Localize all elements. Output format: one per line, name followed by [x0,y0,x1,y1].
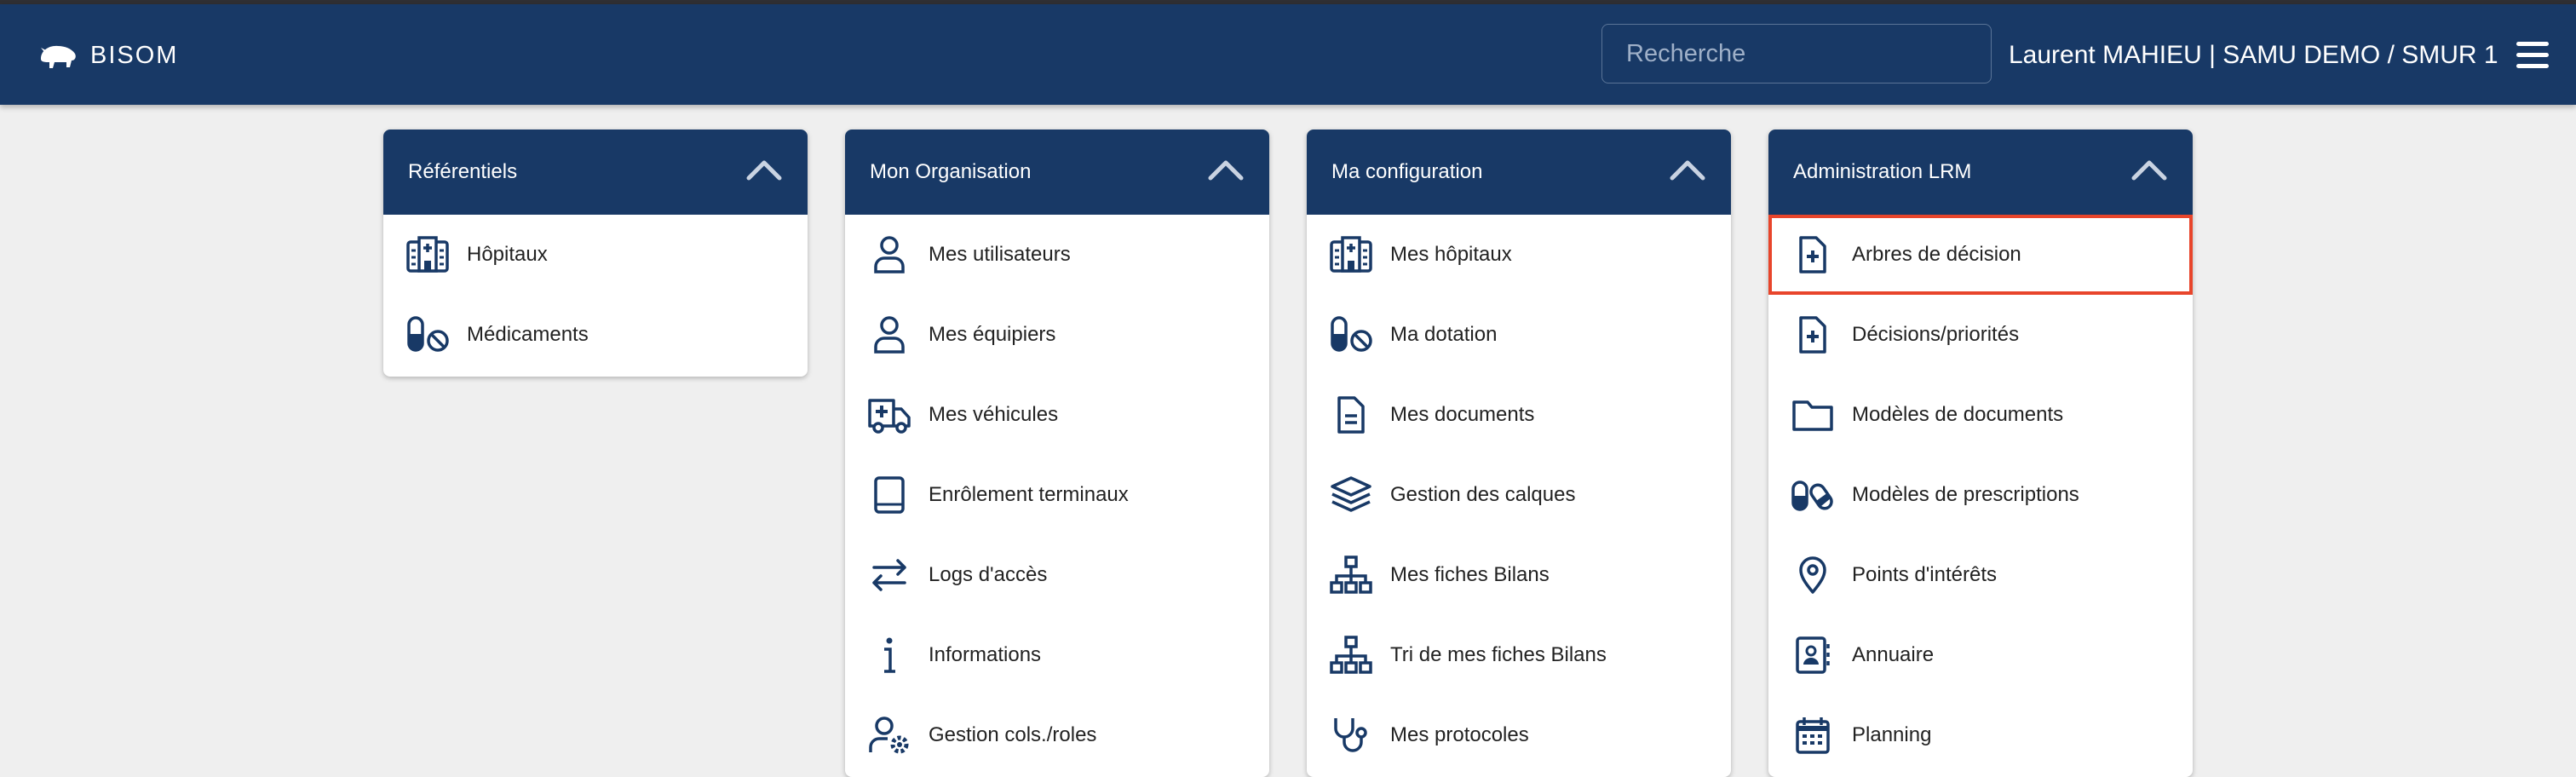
menu-item-label: Mes fiches Bilans [1390,563,1550,586]
card-title: Référentiels [408,160,518,183]
menu-item-label: Gestion des calques [1390,483,1576,506]
card-header[interactable]: Ma configuration [1307,130,1731,215]
menu-item-gestion-des-calques[interactable]: Gestion des calques [1307,455,1731,535]
menu-item-modeles-de-prescriptions[interactable]: Modèles de prescriptions [1768,455,2193,535]
contact-book-icon [1789,635,1837,676]
pills-icon [1789,475,1837,515]
menu-item-label: Modèles de prescriptions [1852,483,2079,506]
card-administration-lrm: Administration LRM Arbres de décision Dé… [1768,130,2193,777]
hamburger-menu-button[interactable] [2516,42,2549,69]
menu-item-mes-vehicules[interactable]: Mes véhicules [845,375,1269,455]
chevron-up-icon [746,160,782,181]
menu-item-gestion-cols-roles[interactable]: Gestion cols./roles [845,695,1269,775]
menu-item-label: Médicaments [467,323,589,346]
sitemap-icon [1327,555,1375,596]
menu-item-label: Points d'intérêts [1852,563,1998,586]
card-header[interactable]: Administration LRM [1768,130,2193,215]
pill-ban-icon [1327,314,1375,355]
menu-item-annuaire[interactable]: Annuaire [1768,615,2193,695]
document-icon [1327,394,1375,435]
user-info: Laurent MAHIEU | SAMU DEMO / SMUR 1 [2009,41,2498,69]
menu-item-label: Mes utilisateurs [929,243,1071,266]
menu-item-mes-protocoles[interactable]: Mes protocoles [1307,695,1731,775]
menu-item-ma-dotation[interactable]: Ma dotation [1307,295,1731,375]
card-title: Ma configuration [1331,160,1483,183]
pill-ban-icon [404,314,451,355]
layers-icon [1327,475,1375,515]
hospital-icon [1327,234,1375,275]
user-icon [865,234,913,275]
menu-item-mes-equipiers[interactable]: Mes équipiers [845,295,1269,375]
tablet-icon [865,475,913,515]
menu-item-planning[interactable]: Planning [1768,695,2193,775]
card-mon-organisation: Mon Organisation Mes utilisateurs Mes éq… [845,130,1269,777]
menu-item-points-interets[interactable]: Points d'intérêts [1768,535,2193,615]
menu-item-label: Mes hôpitaux [1390,243,1512,266]
card-referentiels: Référentiels Hôpitaux Médicaments [383,130,808,377]
search-input[interactable] [1601,24,1992,83]
menu-item-enrolement-terminaux[interactable]: Enrôlement terminaux [845,455,1269,535]
hospital-icon [404,234,451,275]
card-title: Administration LRM [1793,160,1972,183]
file-medical-icon [1789,234,1837,275]
menu-item-mes-fiches-bilans[interactable]: Mes fiches Bilans [1307,535,1731,615]
arrows-exchange-icon [865,555,913,596]
menu-item-decisions-priorites[interactable]: Décisions/priorités [1768,295,2193,375]
menu-item-label: Mes documents [1390,403,1535,426]
chevron-up-icon [2131,160,2167,181]
map-pin-icon [1789,555,1837,596]
folder-icon [1789,394,1837,435]
chevron-up-icon [1208,160,1244,181]
menu-item-hopitaux[interactable]: Hôpitaux [383,215,808,295]
calendar-icon [1789,715,1837,756]
menu-item-label: Décisions/priorités [1852,323,2020,346]
menu-item-label: Gestion cols./roles [929,723,1097,746]
menu-item-mes-documents[interactable]: Mes documents [1307,375,1731,455]
menu-item-arbres-de-decision[interactable]: Arbres de décision [1768,215,2193,295]
menu-item-mes-utilisateurs[interactable]: Mes utilisateurs [845,215,1269,295]
menu-item-mes-hopitaux[interactable]: Mes hôpitaux [1307,215,1731,295]
chevron-up-icon [1670,160,1705,181]
menu-item-label: Arbres de décision [1852,243,2021,266]
brand-name: BISOM [90,42,179,69]
card-ma-configuration: Ma configuration Mes hôpitaux Ma dotatio… [1307,130,1731,777]
menu-item-label: Annuaire [1852,643,1935,666]
user-icon [865,314,913,355]
menu-item-informations[interactable]: Informations [845,615,1269,695]
menu-item-label: Mes véhicules [929,403,1059,426]
menu-item-label: Tri de mes fiches Bilans [1390,643,1607,666]
sitemap-icon [1327,635,1375,676]
card-header[interactable]: Référentiels [383,130,808,215]
bison-logo-icon [41,45,76,68]
file-medical-icon [1789,314,1837,355]
user-gear-icon [865,715,913,756]
menu-item-label: Planning [1852,723,1932,746]
menu-item-label: Enrôlement terminaux [929,483,1129,506]
menu-item-logs-acces[interactable]: Logs d'accès [845,535,1269,615]
menu-item-label: Modèles de documents [1852,403,2064,426]
menu-item-label: Informations [929,643,1042,666]
stethoscope-icon [1327,715,1375,756]
card-title: Mon Organisation [870,160,1032,183]
menu-item-modeles-de-documents[interactable]: Modèles de documents [1768,375,2193,455]
menu-item-medicaments[interactable]: Médicaments [383,295,808,375]
menu-item-label: Logs d'accès [929,563,1048,586]
menu-item-tri-fiches-bilans[interactable]: Tri de mes fiches Bilans [1307,615,1731,695]
card-header[interactable]: Mon Organisation [845,130,1269,215]
menu-item-label: Ma dotation [1390,323,1498,346]
menu-item-label: Mes équipiers [929,323,1056,346]
info-icon [865,635,913,676]
menu-item-label: Hôpitaux [467,243,548,266]
menu-item-label: Mes protocoles [1390,723,1529,746]
top-navbar: BISOM Laurent MAHIEU | SAMU DEMO / SMUR … [0,4,2576,105]
ambulance-icon [865,394,913,435]
